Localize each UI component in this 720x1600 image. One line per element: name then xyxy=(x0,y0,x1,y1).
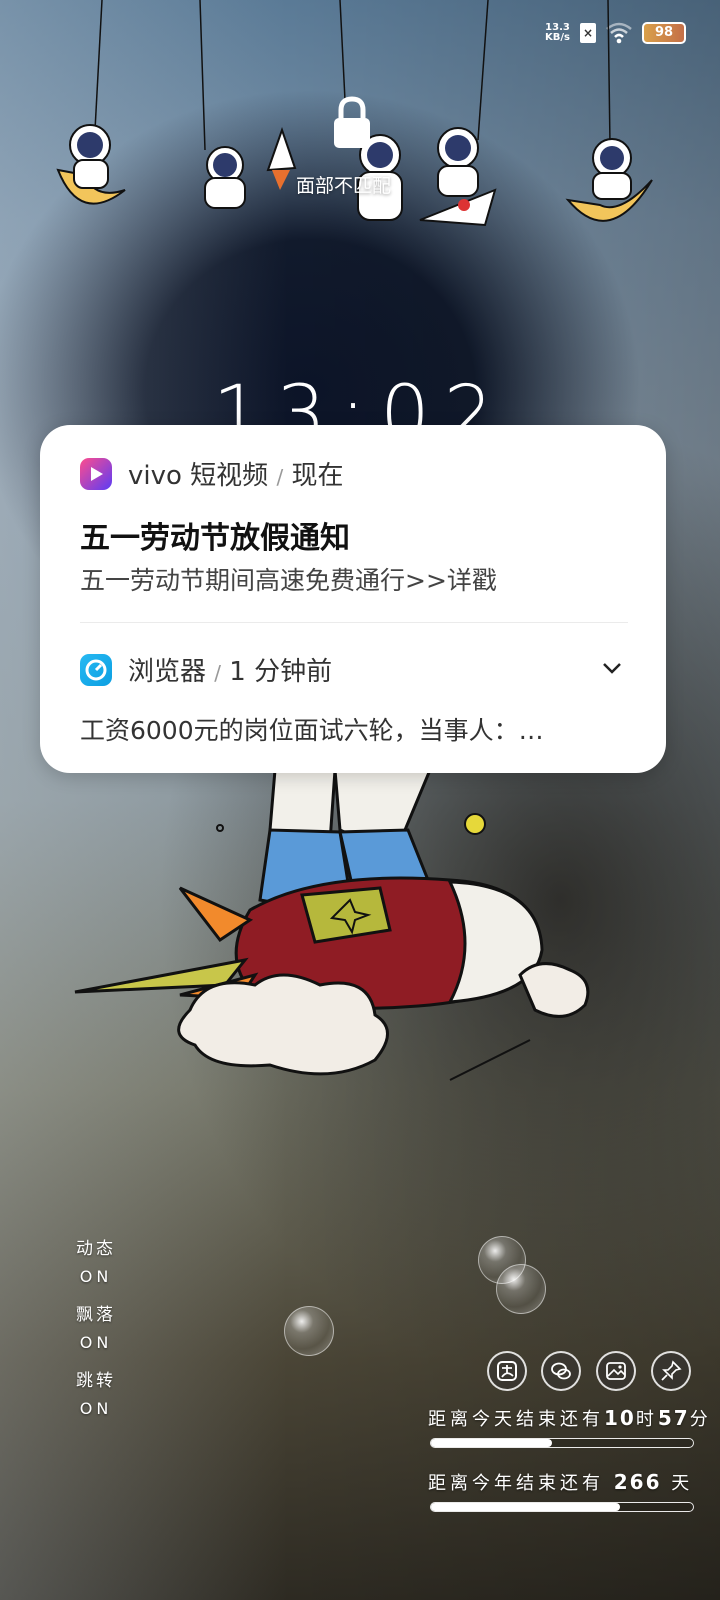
notification-time: 现在 xyxy=(291,461,344,491)
year-progress-fill xyxy=(431,1503,620,1511)
year-countdown: 距离今年结束还有 266 天 xyxy=(428,1469,693,1495)
notification-app-name: vivo 短视频 xyxy=(128,461,269,491)
toggle-label: 动态 xyxy=(76,1239,116,1259)
day-countdown-hours-unit: 时 xyxy=(635,1409,658,1430)
notification-header-vivo: vivo 短视频 / 现在 xyxy=(80,455,343,492)
day-countdown-hours: 10 xyxy=(604,1406,636,1430)
toggle-state: ON xyxy=(79,1399,113,1418)
notification-time: 1 分钟前 xyxy=(229,657,333,687)
gallery-shortcut[interactable] xyxy=(596,1351,636,1391)
year-countdown-days: 266 xyxy=(613,1470,662,1494)
browser-icon xyxy=(80,653,112,686)
notification-title[interactable]: 五一劳动节放假通知 xyxy=(80,513,350,557)
bubble-decoration xyxy=(284,1306,334,1356)
pin-shortcut[interactable] xyxy=(651,1351,691,1391)
notification-body[interactable]: 工资6000元的岗位面试六轮，当事人：… xyxy=(80,711,626,747)
notification-header-browser: 浏览器 / 1 分钟前 xyxy=(80,651,332,688)
gallery-icon xyxy=(606,1362,626,1380)
wechat-icon xyxy=(551,1362,571,1380)
toggle-falling[interactable]: 飘落 ON xyxy=(72,1301,120,1357)
notification-separator: / xyxy=(276,465,284,489)
notification-card[interactable]: vivo 短视频 / 现在 五一劳动节放假通知 五一劳动节期间高速免费通行>>详… xyxy=(40,425,666,773)
alipay-shortcut[interactable] xyxy=(487,1351,527,1391)
year-countdown-prefix: 距离今年结束还有 xyxy=(428,1473,604,1494)
day-progress-bar xyxy=(430,1438,694,1448)
toggle-state: ON xyxy=(79,1267,113,1286)
year-countdown-days-unit: 天 xyxy=(671,1473,694,1494)
day-progress-fill xyxy=(431,1439,552,1447)
vivo-video-icon xyxy=(80,457,112,490)
chevron-down-icon[interactable] xyxy=(602,661,622,675)
day-countdown-prefix: 距离今天结束还有 xyxy=(428,1409,604,1430)
year-progress-bar xyxy=(430,1502,694,1512)
toggle-dynamic[interactable]: 动态 ON xyxy=(72,1235,120,1291)
notification-divider xyxy=(80,622,628,623)
toggle-label: 跳转 xyxy=(76,1371,116,1391)
alipay-icon xyxy=(497,1361,517,1381)
face-unlock-hint: 面部不匹配 xyxy=(296,175,392,197)
notification-separator: / xyxy=(214,661,222,685)
pin-icon xyxy=(661,1360,682,1381)
day-countdown: 距离今天结束还有10时57分 xyxy=(428,1405,712,1431)
toggle-jump[interactable]: 跳转 ON xyxy=(72,1367,120,1423)
rocket-illustration xyxy=(74,770,590,1081)
toggle-label: 飘落 xyxy=(76,1305,116,1325)
day-countdown-minutes: 57 xyxy=(657,1406,690,1430)
notification-app-name: 浏览器 xyxy=(128,657,207,687)
toggle-state: ON xyxy=(79,1333,113,1352)
bubble-decoration xyxy=(496,1264,546,1314)
wechat-shortcut[interactable] xyxy=(541,1351,581,1391)
notification-body[interactable]: 五一劳动节期间高速免费通行>>详戳 xyxy=(80,561,497,597)
lock-icon xyxy=(334,96,370,148)
day-countdown-minutes-unit: 分 xyxy=(689,1409,712,1430)
